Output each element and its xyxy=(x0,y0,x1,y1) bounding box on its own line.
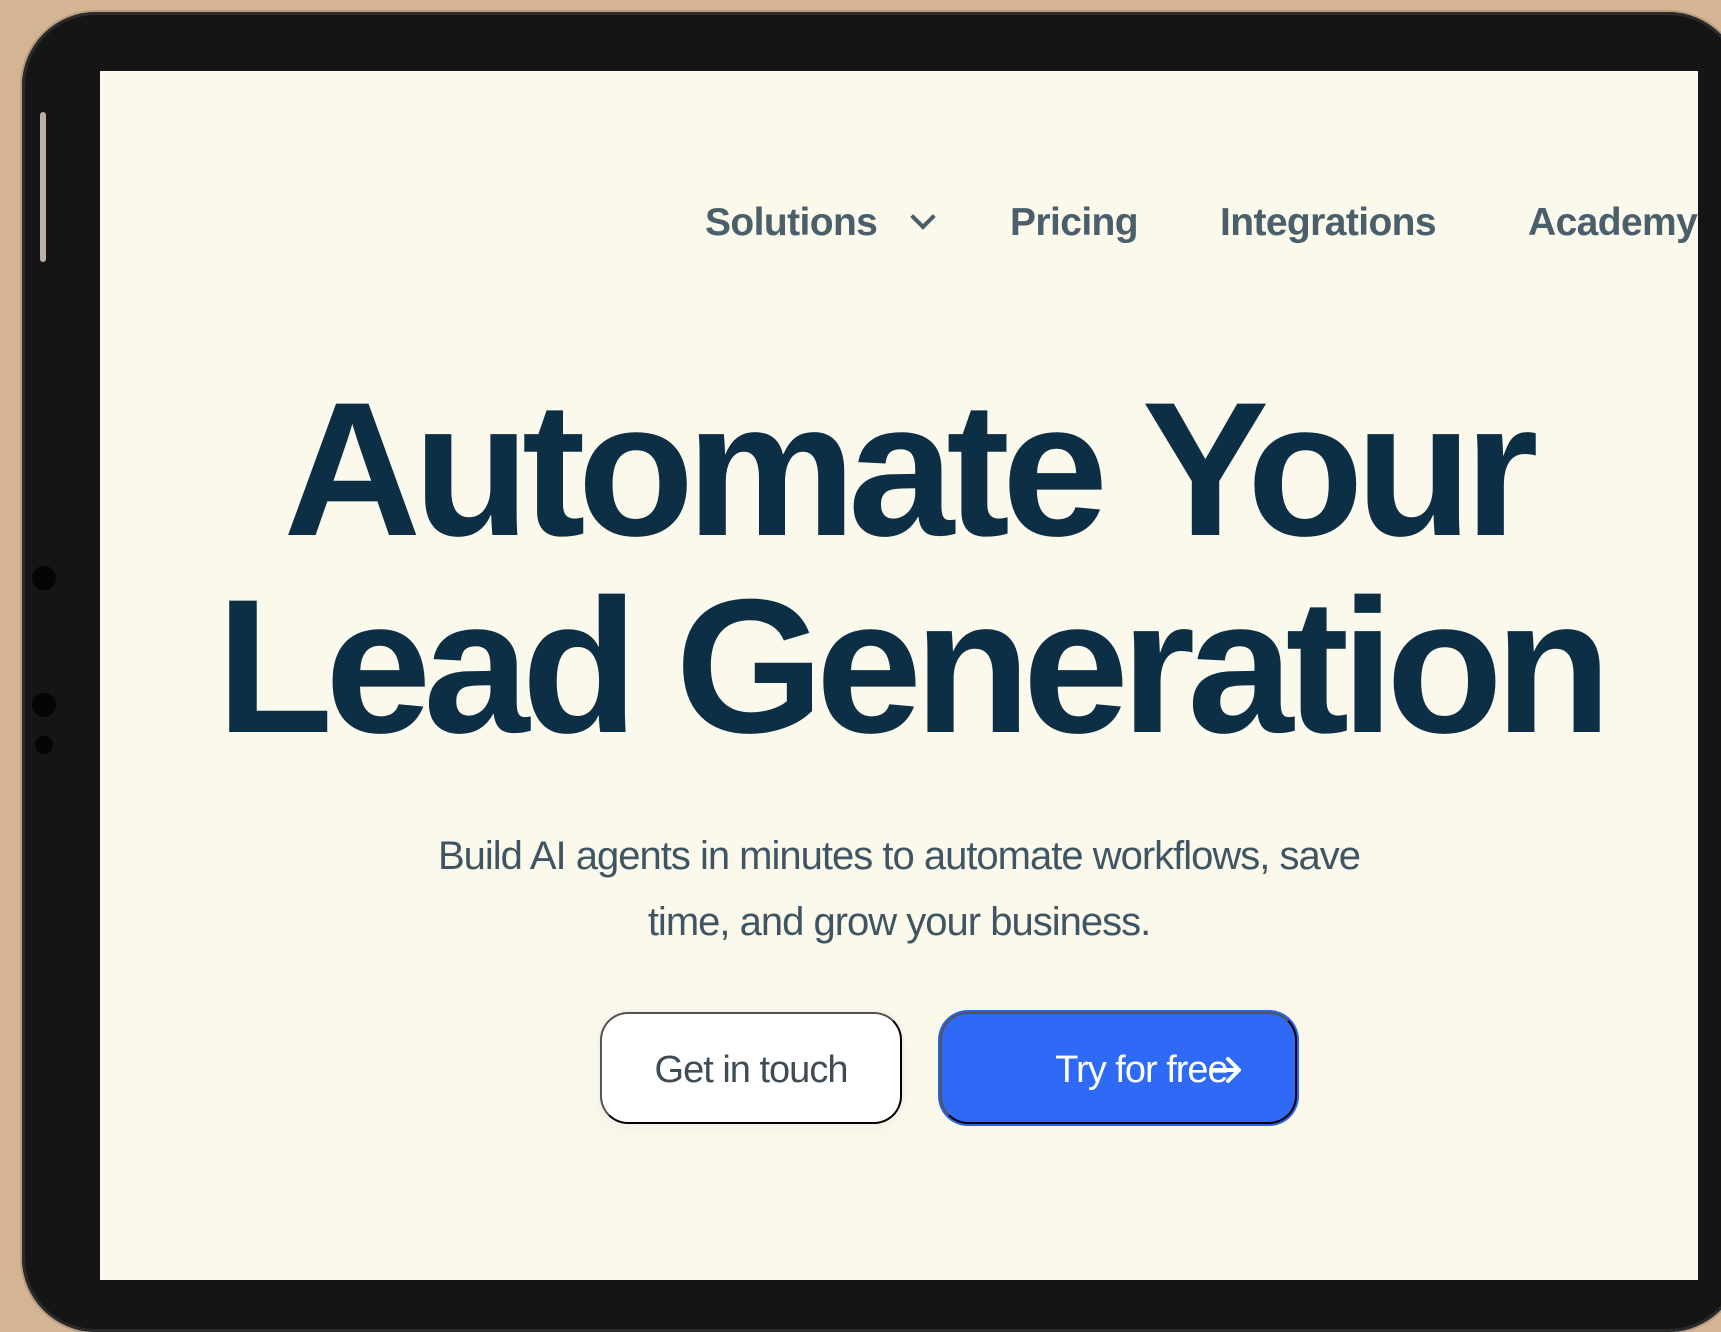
get-in-touch-button[interactable]: Get in touch xyxy=(600,1012,902,1124)
nav-pricing[interactable]: Pricing xyxy=(1010,201,1139,245)
hero-title: Automate Your Lead Generation xyxy=(100,371,1698,765)
chevron-down-icon xyxy=(909,203,936,230)
hero-subtitle-line-2: time, and grow your business. xyxy=(647,900,1151,944)
website-screen: Solutions Pricing Integrations Academy A… xyxy=(100,71,1698,1280)
light-sensor-icon xyxy=(35,736,53,754)
tablet-side-edge xyxy=(40,112,46,262)
hero-title-line-2: Lead Generation xyxy=(216,560,1611,773)
microphone-sensor-icon xyxy=(32,693,56,717)
hero-title-line-1: Automate Your xyxy=(283,363,1538,576)
main-navigation: Solutions Pricing Integrations Academy xyxy=(100,189,1698,259)
try-for-free-label: Try for free xyxy=(1055,1049,1228,1091)
nav-solutions[interactable]: Solutions xyxy=(705,201,936,245)
hero-actions: Get in touch Try for free xyxy=(600,1012,1310,1124)
try-for-free-button[interactable]: Try for free xyxy=(940,1012,1297,1124)
nav-integrations[interactable]: Integrations xyxy=(1220,201,1437,245)
hero-subtitle: Build AI agents in minutes to automate w… xyxy=(100,823,1698,955)
camera-sensor-icon xyxy=(32,566,56,590)
tablet-device-frame: Solutions Pricing Integrations Academy A… xyxy=(22,12,1721,1332)
hero-subtitle-line-1: Build AI agents in minutes to automate w… xyxy=(437,834,1361,878)
arrow-right-icon xyxy=(1208,1051,1246,1089)
nav-solutions-label: Solutions xyxy=(705,201,878,244)
nav-academy[interactable]: Academy xyxy=(1528,201,1698,245)
